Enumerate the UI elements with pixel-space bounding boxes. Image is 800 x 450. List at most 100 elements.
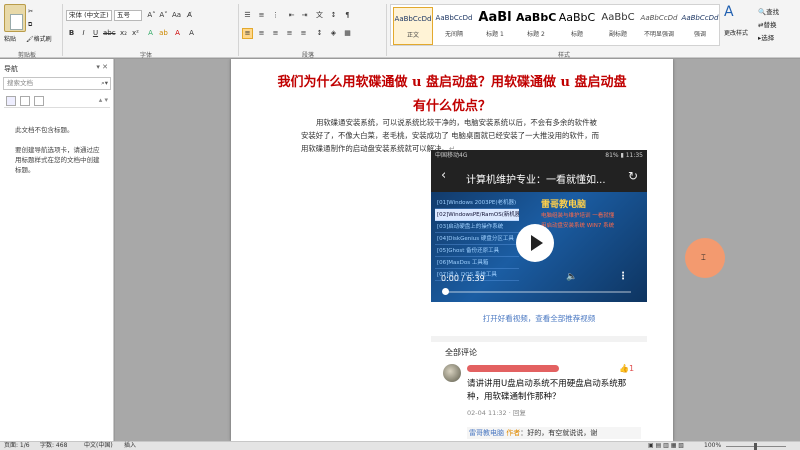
- author-reply: 雷哥教电脑 作者：好的，有空就说说，谢: [467, 427, 641, 439]
- cut-icon[interactable]: ✂: [28, 8, 33, 15]
- zoom-level[interactable]: 100%: [704, 442, 721, 450]
- document-page[interactable]: 我们为什么用软碟通做 u 盘启动盘？用软碟通做 u 盘启动盘 有什么优点？ 用软…: [231, 59, 673, 441]
- shading-icon[interactable]: ◈: [328, 28, 339, 39]
- style-heading-2[interactable]: AaBbC 标题 2: [516, 7, 556, 45]
- open-app-link[interactable]: 打开好看视频，查看全部推荐视频: [431, 313, 647, 324]
- styles-group-label: 样式: [558, 52, 571, 59]
- tab-headings[interactable]: [6, 96, 16, 106]
- change-styles-button[interactable]: 更改样式: [724, 28, 748, 37]
- boot-menu-item: [04]DiskGenius 硬盘分区工具: [435, 233, 519, 245]
- line-spacing-icon[interactable]: ↕: [314, 28, 325, 39]
- video-progress-knob[interactable]: [442, 288, 449, 295]
- phone-status-bar: 中国移动4G 81% ▮ 11:35: [431, 150, 647, 162]
- style-heading-1[interactable]: AaBl 标题 1: [475, 7, 515, 45]
- video-progress-bar[interactable]: [442, 288, 631, 295]
- ribbon-group-labels: 剪贴板 字体 段落 样式: [0, 50, 800, 59]
- style-emphasis[interactable]: AaBbCcDd 强调: [680, 7, 720, 45]
- text-effect-icon[interactable]: A: [145, 28, 156, 39]
- subscript-icon[interactable]: x₂: [118, 28, 129, 39]
- char-shading-icon[interactable]: A: [186, 28, 197, 39]
- style-title[interactable]: AaBbC 标题: [557, 7, 597, 45]
- font-color-icon[interactable]: A: [172, 28, 183, 39]
- back-icon[interactable]: ‹: [441, 168, 446, 184]
- insert-mode[interactable]: 插入: [124, 442, 136, 450]
- style-subtitle[interactable]: AaBbC 副标题: [598, 7, 638, 45]
- paste-icon[interactable]: [4, 4, 26, 32]
- nav-tabs: ▴ ▾: [4, 96, 110, 108]
- distributed-icon[interactable]: ≡: [298, 28, 309, 39]
- shrink-font-icon[interactable]: A˅: [158, 10, 169, 21]
- borders-icon[interactable]: ▦: [342, 28, 353, 39]
- carrier-text: 中国移动4G: [435, 152, 468, 159]
- play-icon[interactable]: [516, 224, 554, 262]
- strikethrough-icon[interactable]: abc: [103, 28, 116, 39]
- copy-icon[interactable]: ⧉: [28, 21, 32, 29]
- align-left-icon[interactable]: ≡: [242, 28, 253, 39]
- zoom-slider[interactable]: [726, 443, 786, 450]
- style-no-spacing[interactable]: AaBbCcDd 无间隔: [434, 7, 474, 45]
- find-button[interactable]: 🔍查找: [758, 6, 779, 16]
- style-name: 无间隔: [444, 31, 463, 38]
- grow-font-icon[interactable]: A˄: [146, 10, 157, 21]
- superscript-icon[interactable]: x²: [130, 28, 141, 39]
- align-right-icon[interactable]: ≡: [270, 28, 281, 39]
- page-count[interactable]: 页面: 1/6: [4, 442, 30, 450]
- boot-menu-item: [01]Windows 2003PE(老机器): [435, 197, 519, 209]
- highlight-icon[interactable]: ab: [158, 28, 169, 39]
- decrease-indent-icon[interactable]: ⇤: [286, 10, 297, 21]
- bullets-icon[interactable]: ☰: [242, 10, 253, 21]
- status-bar: 页面: 1/6 字数: 468 中文(中国) 插入 ▣ ▤ ▥ ▦ ▧ 100%: [0, 441, 800, 450]
- boot-menu-item: [05]Ghost 备份还原工具: [435, 245, 519, 257]
- view-buttons-icon[interactable]: ▣ ▤ ▥ ▦ ▧: [648, 442, 684, 450]
- bold-icon[interactable]: B: [66, 28, 77, 39]
- style-normal[interactable]: AaBbCcDd 正文: [393, 7, 433, 45]
- embedded-phone-screenshot: 中国移动4G 81% ▮ 11:35 ‹ 计算机维护专业：一看就懂如... ↻ …: [431, 150, 647, 441]
- format-painter-button[interactable]: 🖌格式刷: [26, 34, 52, 43]
- numbering-icon[interactable]: ≡: [256, 10, 267, 21]
- nav-search-input[interactable]: 搜索文档 ⌕▾: [3, 77, 111, 90]
- document-area[interactable]: 我们为什么用软碟通做 u 盘启动盘？用软碟通做 u 盘启动盘 有什么优点？ 用软…: [115, 59, 800, 441]
- change-case-icon[interactable]: Aa: [171, 10, 182, 21]
- increase-indent-icon[interactable]: ⇥: [299, 10, 310, 21]
- sort-icon[interactable]: ↕: [328, 10, 339, 21]
- style-subtle-emphasis[interactable]: AaBbCcDd 不明显强调: [639, 7, 679, 45]
- paste-button[interactable]: 粘贴: [4, 34, 16, 43]
- font-name-combo[interactable]: 宋体 (中文正): [66, 10, 112, 21]
- select-button[interactable]: ▸选择: [758, 32, 774, 42]
- refresh-icon[interactable]: ↻: [628, 169, 638, 183]
- font-size-combo[interactable]: 五号: [114, 10, 142, 21]
- boot-menu-item: [03]启动硬盘上的操作系统: [435, 221, 519, 233]
- underline-icon[interactable]: U: [90, 28, 101, 39]
- nav-arrows-icon[interactable]: ▴ ▾: [99, 96, 108, 104]
- italic-icon[interactable]: I: [78, 28, 89, 39]
- style-sample: AaBl: [478, 10, 512, 25]
- like-icon[interactable]: 👍1: [619, 364, 634, 373]
- search-icon[interactable]: ⌕▾: [101, 78, 108, 89]
- word-count[interactable]: 字数: 468: [40, 442, 67, 450]
- change-styles-icon[interactable]: A: [724, 4, 734, 20]
- phone-app-bar: ‹ 计算机维护专业：一看就懂如... ↻: [431, 162, 647, 192]
- chinese-layout-icon[interactable]: 文: [314, 10, 325, 21]
- show-marks-icon[interactable]: ¶: [342, 10, 353, 21]
- reply-author: 雷哥教电脑: [469, 429, 504, 437]
- font-group-label: 字体: [140, 52, 153, 59]
- find-label: 查找: [766, 8, 780, 16]
- multilevel-icon[interactable]: ⋮: [270, 10, 281, 21]
- divider: [386, 4, 387, 56]
- video-player[interactable]: [01]Windows 2003PE(老机器) [02]WindowsPE/Ra…: [431, 192, 647, 302]
- volume-icon[interactable]: 🔈: [566, 272, 577, 282]
- justify-icon[interactable]: ≡: [284, 28, 295, 39]
- language[interactable]: 中文(中国): [84, 442, 113, 450]
- style-name: 正文: [406, 32, 419, 39]
- align-center-icon[interactable]: ≡: [256, 28, 267, 39]
- more-icon[interactable]: ⋮: [618, 271, 628, 282]
- zoom-knob[interactable]: [754, 443, 757, 450]
- tab-pages[interactable]: [20, 96, 30, 106]
- tab-results[interactable]: [34, 96, 44, 106]
- close-icon[interactable]: ▾ ✕: [96, 63, 108, 71]
- style-name: 强调: [693, 31, 706, 38]
- divider: [238, 4, 239, 56]
- clear-format-icon[interactable]: A̸: [184, 10, 195, 21]
- reply-text: ：好的，有空就说说，谢: [520, 429, 598, 437]
- replace-button[interactable]: ⇄替换: [758, 19, 776, 29]
